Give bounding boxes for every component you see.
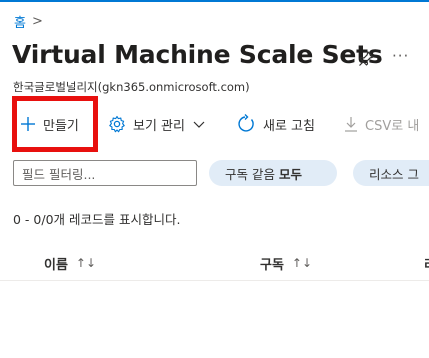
column-header-subscription[interactable]: 구독 ↑↓	[260, 246, 312, 280]
manage-view-label: 보기 관리	[133, 118, 185, 134]
resource-group-filter-pill[interactable]: 리소스 그	[353, 160, 429, 186]
refresh-label: 새로 고침	[263, 118, 315, 134]
manage-view-button[interactable]: 보기 관리	[108, 106, 206, 142]
breadcrumb-separator: >	[31, 14, 43, 29]
column-header-name-label: 이름	[44, 257, 68, 273]
directory-subtitle: 한국글로벌널리지(gkn365.onmicrosoft.com)	[13, 80, 250, 94]
page-title: Virtual Machine Scale Sets	[12, 40, 383, 69]
refresh-icon	[238, 114, 254, 132]
column-header-name[interactable]: 이름 ↑↓	[44, 246, 96, 280]
column-header-subscription-label: 구독	[260, 257, 284, 273]
filter-field-input[interactable]: 필드 필터링...	[13, 160, 197, 186]
download-icon	[345, 117, 357, 132]
more-options-icon[interactable]: ···	[392, 47, 409, 65]
column-header-resource-group-label: 리	[424, 254, 429, 273]
chevron-down-icon	[193, 121, 205, 128]
subscription-filter-value: 모두	[278, 166, 302, 182]
refresh-button[interactable]: 새로 고침	[236, 106, 315, 142]
record-count-text: 0 - 0/0개 레코드를 표시합니다.	[13, 212, 181, 227]
page: 홈 > Virtual Machine Scale Sets ··· 한국글로벌…	[0, 0, 429, 358]
gear-icon	[109, 115, 125, 133]
export-csv-label: CSV로 내	[365, 118, 420, 134]
table-header-row: 이름 ↑↓ 구독 ↑↓ 리	[0, 246, 429, 281]
column-header-resource-group[interactable]: 리	[424, 246, 429, 280]
highlight-box	[12, 96, 98, 152]
breadcrumb: 홈 >	[14, 12, 43, 31]
top-accent-bar	[0, 0, 429, 2]
export-csv-button[interactable]: CSV로 내	[344, 106, 419, 142]
sort-icon: ↑↓	[291, 256, 313, 270]
subscription-filter-pill[interactable]: 구독 같음 모두	[209, 160, 337, 186]
pin-icon[interactable]	[357, 50, 375, 68]
sort-icon: ↑↓	[75, 256, 97, 270]
resource-group-filter-label: 리소스 그	[369, 166, 419, 182]
breadcrumb-home-link[interactable]: 홈	[14, 12, 26, 31]
subscription-filter-label: 구독 같음	[225, 166, 275, 182]
title-row: Virtual Machine Scale Sets	[12, 40, 383, 69]
